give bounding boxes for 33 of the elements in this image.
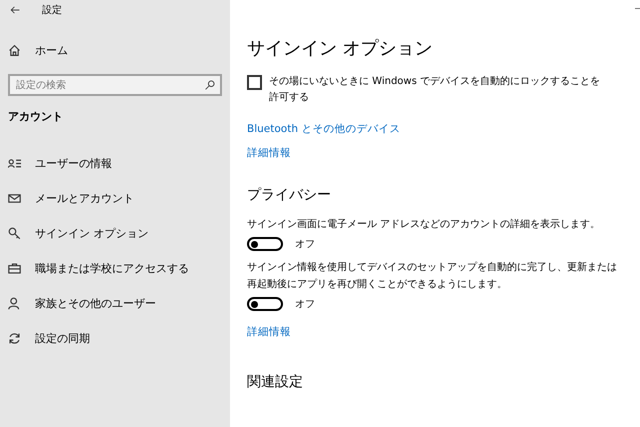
toggle-switch[interactable]	[247, 237, 283, 251]
page-title: サインイン オプション	[247, 37, 434, 60]
nav-item[interactable]: 職場または学校にアクセスする	[35, 261, 189, 276]
window-title: 設定	[42, 4, 62, 17]
nav-item[interactable]: ユーザーの情報	[35, 156, 112, 171]
section-heading: アカウント	[8, 109, 64, 124]
link[interactable]: 詳細情報	[247, 325, 291, 339]
nav-item[interactable]: メールとアカウント	[35, 191, 134, 206]
home-link[interactable]: ホーム	[35, 42, 68, 58]
user-list-icon	[8, 157, 21, 170]
search-field[interactable]: 設定の検索	[8, 74, 222, 96]
toggle-state: オフ	[295, 238, 315, 251]
back-arrow-icon[interactable]	[10, 5, 20, 15]
briefcase-icon	[8, 262, 21, 275]
setting-description: サインイン情報を使用してデバイスのセットアップを自動的に完了し、更新または再起動後にアプリを再び開くことができるようにします。	[247, 260, 617, 292]
checkbox[interactable]	[247, 75, 262, 90]
setting-description: サインイン画面に電子メール アドレスなどのアカウントの詳細を表示します。	[247, 218, 602, 232]
section-heading: 関連設定	[247, 373, 304, 391]
nav-item[interactable]: サインイン オプション	[35, 226, 148, 241]
section-heading: プライバシー	[247, 186, 332, 204]
nav-item[interactable]: 設定の同期	[35, 331, 90, 346]
link[interactable]: Bluetooth とその他のデバイス	[247, 122, 400, 136]
person-icon	[8, 297, 21, 310]
key-icon	[8, 227, 21, 240]
checkbox-label: その場にいないときに Windows でデバイスを自動的にロックすることを許可する	[269, 75, 601, 105]
mail-icon	[8, 192, 21, 205]
toggle-switch[interactable]	[247, 297, 283, 311]
link[interactable]: 詳細情報	[247, 146, 291, 160]
toggle-state: オフ	[295, 298, 315, 311]
home-icon	[8, 44, 21, 56]
search-icon	[205, 80, 215, 90]
sync-icon	[8, 332, 21, 345]
nav-item[interactable]: 家族とその他のユーザー	[35, 296, 156, 311]
